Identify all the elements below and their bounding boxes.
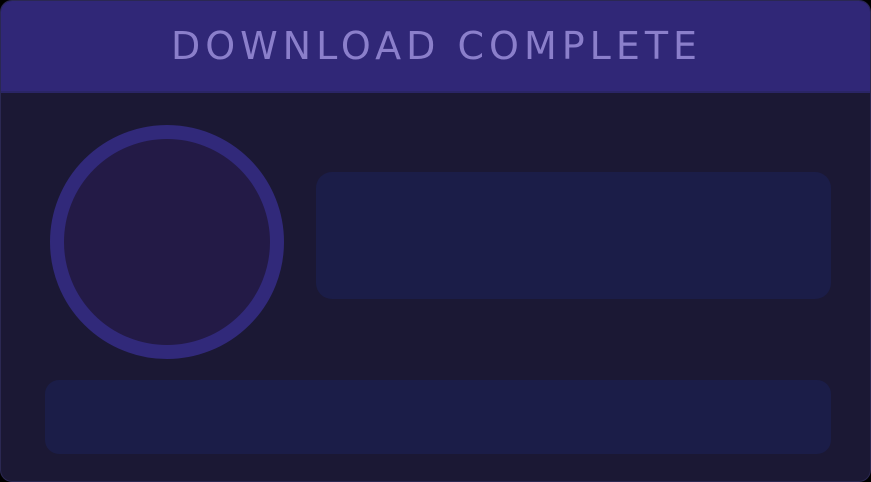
download-complete-dialog: DOWNLOAD COMPLETE <box>0 0 871 482</box>
avatar-placeholder-icon <box>50 125 284 359</box>
dialog-header: DOWNLOAD COMPLETE <box>1 1 870 93</box>
dialog-content <box>1 93 870 481</box>
dialog-title: DOWNLOAD COMPLETE <box>170 24 703 68</box>
info-placeholder-panel <box>316 172 831 299</box>
action-placeholder-bar <box>45 380 831 454</box>
